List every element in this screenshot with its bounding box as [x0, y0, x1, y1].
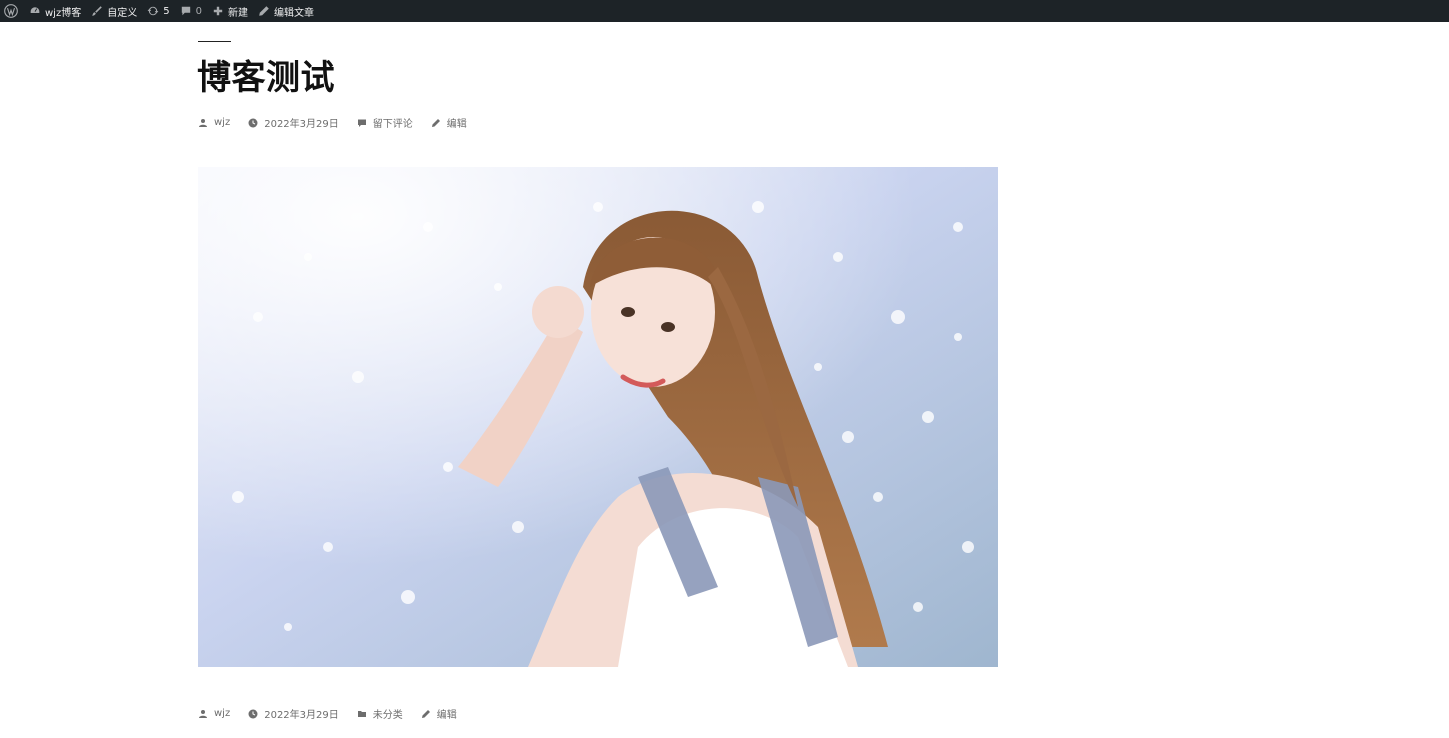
author-name-bottom: wjz [214, 708, 231, 719]
plus-icon [213, 6, 223, 16]
admin-bar: wjz博客 自定义 5 0 新建 编辑文章 [0, 0, 1449, 22]
title-divider [198, 41, 231, 42]
post-date: 2022年3月29日 [264, 119, 339, 130]
category-link[interactable]: 未分类 [357, 706, 403, 721]
category-label: 未分类 [372, 710, 403, 721]
post-title: 博客测试 [197, 58, 335, 98]
customize-label: 自定义 [107, 7, 138, 19]
pencil-icon [431, 118, 440, 127]
customize-link[interactable]: 自定义 [86, 0, 142, 22]
clock-icon [248, 709, 258, 718]
dashboard-icon [29, 6, 41, 14]
edit-post-label: 编辑文章 [273, 7, 314, 19]
new-content-menu[interactable]: 新建 [207, 0, 253, 22]
user-icon [199, 118, 207, 127]
new-content-label: 新建 [227, 7, 248, 19]
author-name: wjz [214, 117, 231, 128]
edit-label: 编辑 [446, 119, 467, 130]
updates-icon [147, 6, 159, 16]
post-meta-bottom: wjz 2022年3月29日 未分类 编辑 [198, 706, 475, 721]
comment-icon [181, 6, 190, 16]
leave-comment-label: 留下评论 [372, 119, 413, 130]
date-link[interactable]: 2022年3月29日 [248, 115, 339, 130]
photo-icon [198, 167, 998, 667]
pencil-icon [259, 6, 269, 16]
comments-count: 0 [195, 5, 202, 17]
edit-label-bottom: 编辑 [436, 710, 457, 721]
updates-count: 5 [163, 5, 170, 17]
author-link[interactable]: wjz [198, 117, 230, 128]
site-name-menu[interactable]: wjz博客 [24, 0, 86, 22]
updates-link[interactable]: 5 [142, 0, 174, 22]
post-meta-top: wjz 2022年3月29日 留下评论 编辑 [198, 115, 485, 130]
site-name-label: wjz博客 [45, 7, 82, 19]
post-date-bottom: 2022年3月29日 [264, 710, 339, 721]
comments-link[interactable]: 0 [175, 0, 207, 22]
wordpress-logo-icon [4, 4, 18, 18]
brush-icon [92, 6, 103, 16]
clock-icon [248, 118, 258, 127]
edit-post-link[interactable]: 编辑文章 [253, 0, 319, 22]
edit-link[interactable]: 编辑 [431, 115, 467, 130]
comment-icon [357, 119, 366, 127]
comments-link[interactable]: 留下评论 [357, 115, 413, 130]
wordpress-menu[interactable] [0, 0, 24, 22]
featured-image [198, 167, 998, 667]
edit-link-bottom[interactable]: 编辑 [421, 706, 457, 721]
author-link-bottom[interactable]: wjz [198, 708, 230, 719]
user-icon [199, 709, 207, 718]
pencil-icon [421, 709, 430, 718]
date-link-bottom[interactable]: 2022年3月29日 [248, 706, 339, 721]
folder-icon [357, 710, 366, 717]
